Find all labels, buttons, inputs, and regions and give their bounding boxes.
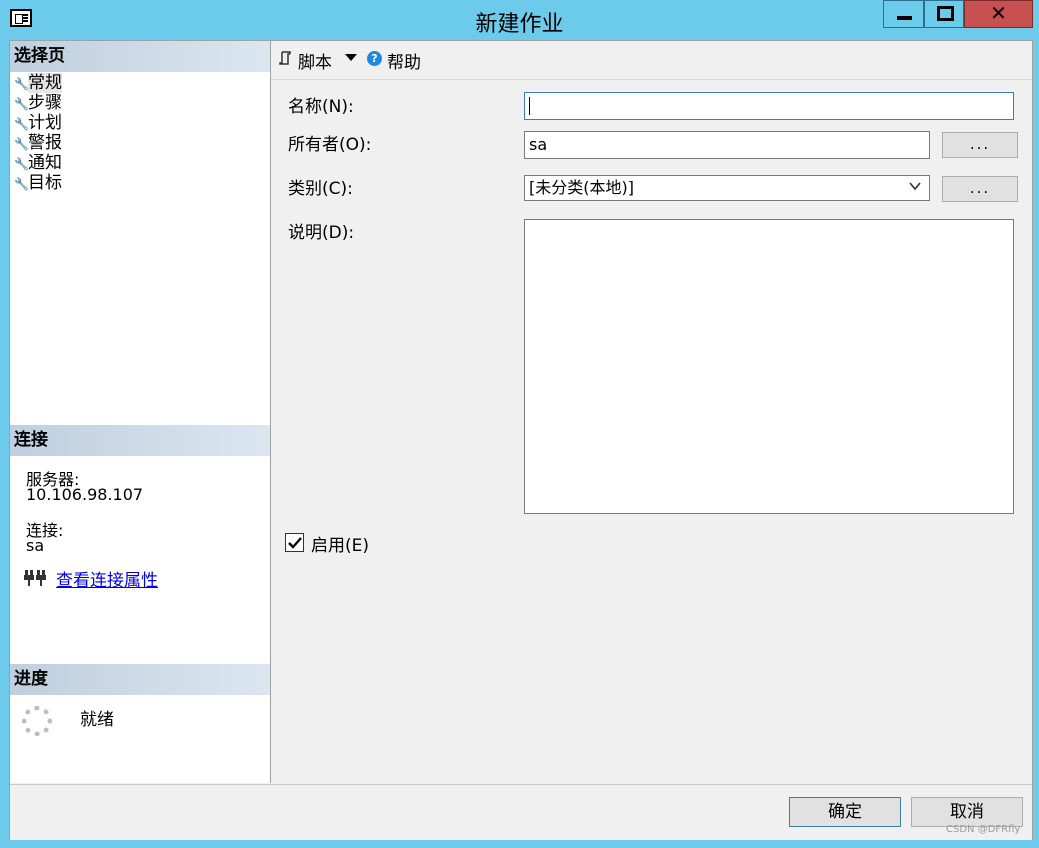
name-input[interactable] bbox=[524, 92, 1014, 120]
page-item-label: 计划 bbox=[28, 113, 62, 133]
page-item-targets[interactable]: 🔧目标 bbox=[14, 173, 62, 193]
view-connection-properties-link[interactable]: 查看连接属性 bbox=[56, 566, 158, 591]
script-button[interactable]: 脚本 bbox=[298, 48, 332, 73]
wrench-icon: 🔧 bbox=[14, 157, 29, 171]
page-item-label: 目标 bbox=[28, 173, 62, 193]
owner-browse-button[interactable]: ... bbox=[942, 132, 1018, 158]
category-browse-button[interactable]: ... bbox=[942, 176, 1018, 202]
chevron-down-icon[interactable] bbox=[345, 54, 357, 61]
category-select[interactable]: [未分类(本地)] bbox=[524, 175, 930, 201]
page-item-alerts[interactable]: 🔧警报 bbox=[14, 133, 62, 153]
help-icon[interactable]: ? bbox=[367, 51, 382, 66]
owner-label: 所有者(O): bbox=[288, 135, 372, 155]
server-value: 10.106.98.107 bbox=[26, 485, 144, 504]
page-item-steps[interactable]: 🔧步骤 bbox=[14, 93, 62, 113]
script-icon bbox=[279, 51, 291, 65]
left-pane: 选择页 🔧常规 🔧步骤 🔧计划 🔧警报 🔧通知 🔧目标 连接 服务器: 10.1… bbox=[10, 41, 271, 783]
chevron-down-icon[interactable] bbox=[909, 180, 921, 192]
connection-header: 连接 bbox=[10, 425, 270, 456]
wrench-icon: 🔧 bbox=[14, 97, 29, 111]
page-item-general[interactable]: 🔧常规 bbox=[14, 73, 62, 93]
wrench-icon: 🔧 bbox=[14, 77, 29, 91]
wrench-icon: 🔧 bbox=[14, 137, 29, 151]
enabled-label[interactable]: 启用(E) bbox=[311, 531, 369, 556]
pages-header: 选择页 bbox=[10, 41, 270, 72]
description-label: 说明(D): bbox=[288, 223, 355, 243]
plug-icon bbox=[24, 570, 46, 586]
ok-button[interactable]: 确定 bbox=[789, 797, 901, 827]
minimize-button[interactable] bbox=[883, 0, 924, 28]
category-label: 类别(C): bbox=[288, 179, 353, 199]
page-item-label: 警报 bbox=[28, 133, 62, 153]
page-item-notifications[interactable]: 🔧通知 bbox=[14, 153, 62, 173]
close-button[interactable] bbox=[964, 0, 1033, 28]
toolbar bbox=[271, 41, 1032, 80]
progress-spinner-icon bbox=[22, 706, 52, 736]
page-item-schedules[interactable]: 🔧计划 bbox=[14, 113, 62, 133]
cancel-button[interactable]: 取消 bbox=[911, 797, 1023, 827]
help-button[interactable]: 帮助 bbox=[387, 48, 421, 73]
progress-header: 进度 bbox=[10, 664, 270, 695]
page-item-label: 通知 bbox=[28, 153, 62, 173]
connection-value: sa bbox=[26, 536, 45, 555]
description-textarea[interactable] bbox=[524, 219, 1014, 514]
page-item-label: 步骤 bbox=[28, 93, 62, 113]
page-item-label: 常规 bbox=[28, 73, 62, 93]
owner-input[interactable]: sa bbox=[524, 131, 930, 159]
name-label: 名称(N): bbox=[288, 97, 354, 117]
checkmark-icon bbox=[288, 537, 302, 549]
watermark: CSDN @DFRfly bbox=[946, 824, 1021, 835]
enabled-checkbox[interactable] bbox=[285, 533, 304, 552]
text-caret bbox=[529, 97, 530, 115]
wrench-icon: 🔧 bbox=[14, 117, 29, 131]
progress-status: 就绪 bbox=[80, 710, 114, 730]
wrench-icon: 🔧 bbox=[14, 177, 29, 191]
maximize-button[interactable] bbox=[924, 0, 964, 28]
